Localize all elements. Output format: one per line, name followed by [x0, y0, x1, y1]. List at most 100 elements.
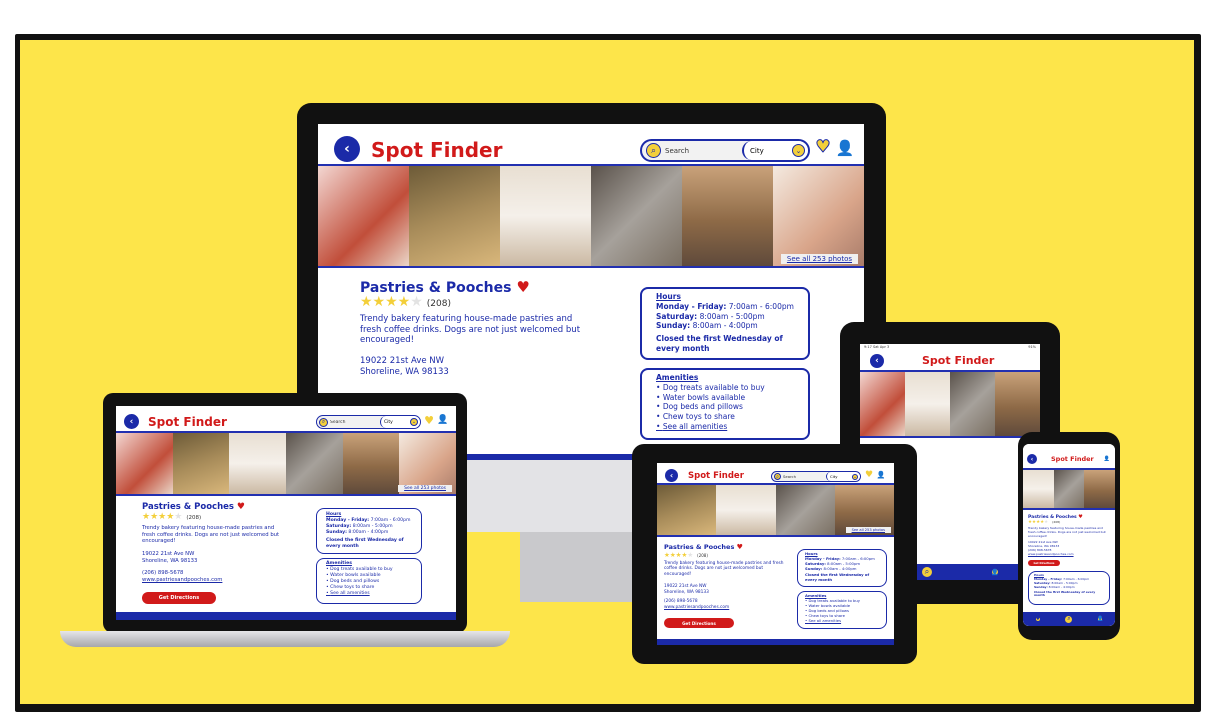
place-description: Trendy bakery featuring house-made pastr… — [142, 525, 280, 545]
photo-gallery[interactable]: See all 253 photos — [318, 166, 864, 268]
amenities-card: Amenities Dog treats available to buy Wa… — [640, 368, 810, 440]
hours-sunday: Sunday: 8:00am - 4:00pm — [656, 321, 794, 331]
hours-saturday-value: 8:00am - 5:00pm — [699, 311, 765, 321]
get-directions-button[interactable]: Get Directions — [1028, 560, 1060, 566]
search-bar[interactable]: ⌕ Search City ⌄ — [316, 415, 421, 429]
place-website-link[interactable]: www.pastriesandpooches.com — [142, 577, 222, 583]
photo-dog[interactable] — [657, 485, 717, 535]
see-all-amenities-link[interactable]: See all amenities — [656, 422, 794, 432]
photo-gallery[interactable] — [860, 372, 1040, 438]
heart-icon[interactable]: ♥ — [737, 543, 743, 551]
photo-treats[interactable] — [682, 166, 773, 266]
hours-sunday: Sunday: 8:00am - 4:00pm — [1034, 585, 1104, 590]
photo-schnauzer[interactable] — [286, 433, 343, 494]
review-count: (208) — [186, 515, 202, 521]
header: ‹ Spot Finder — [860, 350, 1040, 372]
heart-icon[interactable]: ♥ — [864, 470, 874, 480]
see-all-amenities-link[interactable]: See all amenities — [805, 618, 879, 624]
photo-interior[interactable] — [500, 166, 591, 266]
search-input[interactable]: Search — [783, 474, 826, 479]
place-title: Pastries & Pooches ♥ — [142, 502, 245, 512]
user-icon[interactable]: 👤 — [876, 470, 886, 480]
app-logo: Spot Finder — [688, 471, 744, 481]
photo-interior[interactable] — [229, 433, 287, 494]
photo-gallery[interactable]: See all 253 photos — [116, 433, 456, 496]
app-logo: Spot Finder — [922, 354, 995, 367]
photo-interior[interactable] — [716, 485, 776, 535]
see-all-photos-link[interactable]: See all 253 photos — [845, 527, 891, 533]
back-arrow-icon[interactable]: ‹ — [124, 414, 139, 429]
place-address: 19022 21st Ave NW Shoreline, WA 98133 — [1028, 540, 1059, 548]
photo-gallery[interactable]: See all 253 photos — [657, 485, 894, 537]
user-icon[interactable]: 👤 — [836, 139, 855, 157]
search-bar[interactable]: ⌕ Search City ⌄ — [771, 471, 861, 482]
photo-schnauzer[interactable] — [775, 485, 835, 535]
back-arrow-icon[interactable]: ‹ — [1027, 454, 1037, 464]
star-icon: ★ — [410, 294, 423, 310]
user-icon[interactable]: 👤 — [437, 414, 449, 426]
city-select[interactable]: City ⌄ — [742, 141, 808, 160]
photo-treats[interactable] — [1084, 470, 1115, 508]
back-arrow-icon[interactable]: ‹ — [334, 136, 360, 162]
amenity-item: Dog treats available to buy — [656, 383, 794, 393]
search-icon[interactable]: ⌕ — [319, 417, 328, 427]
place-address: 19022 21st Ave NW Shoreline, WA 98133 — [142, 551, 197, 565]
hours-card: Hours Monday - Friday: 7:00am - 6:00pm S… — [640, 287, 810, 360]
tablet-front-app: ‹ Spot Finder ⌕ Search City ⌄ ♥ 👤 See al… — [657, 463, 894, 645]
see-all-amenities-link[interactable]: See all amenities — [326, 591, 412, 597]
search-bar[interactable]: ⌕ Search City ⌄ — [640, 139, 810, 162]
photo-dog[interactable] — [409, 166, 500, 266]
search-icon[interactable]: ⌕ — [920, 565, 934, 579]
heart-icon[interactable]: ♥ — [1078, 514, 1082, 520]
user-icon[interactable]: 👤 — [1103, 455, 1111, 463]
search-icon[interactable]: ⌕ — [1063, 613, 1075, 625]
chevron-down-icon[interactable]: ⌄ — [852, 473, 858, 480]
back-arrow-icon[interactable]: ‹ — [870, 354, 884, 368]
heart-icon[interactable]: ♥ — [516, 278, 529, 296]
heart-icon[interactable]: ♥ — [423, 414, 435, 427]
photo-treats[interactable] — [995, 372, 1040, 436]
photo-gallery[interactable] — [1023, 470, 1115, 510]
photo-schnauzer[interactable] — [591, 166, 682, 266]
photo-pastry[interactable] — [116, 433, 173, 494]
user-icon[interactable]: 👤 — [990, 567, 1000, 577]
footer-bar — [116, 612, 456, 620]
search-icon[interactable]: ⌕ — [774, 473, 781, 480]
city-select[interactable]: City ⌄ — [380, 416, 420, 428]
search-input[interactable]: Search — [330, 420, 380, 425]
chevron-down-icon[interactable]: ⌄ — [410, 418, 418, 426]
photo-interior[interactable] — [1023, 470, 1054, 508]
photo-schnauzer[interactable] — [1053, 470, 1085, 508]
place-website-link[interactable]: www.pastriesandpooches.com — [664, 605, 729, 610]
photo-schnauzer[interactable] — [950, 372, 995, 436]
get-directions-button[interactable]: Get Directions — [142, 592, 216, 604]
city-select[interactable]: City ⌄ — [826, 472, 860, 481]
photo-pastry[interactable] — [860, 372, 905, 436]
get-directions-button[interactable]: Get Directions — [664, 618, 734, 628]
photo-dog[interactable] — [172, 433, 230, 494]
address-line1: 19022 21st Ave NW — [360, 356, 445, 366]
chevron-down-icon[interactable]: ⌄ — [792, 144, 805, 157]
header: ‹ Spot Finder ⌕ Search City ⌄ ♥ 👤 — [657, 463, 894, 485]
photo-pastry[interactable] — [318, 166, 409, 266]
place-website-link[interactable]: www.pastriesandpooches.com — [1028, 552, 1074, 556]
hours-sunday-label: Sunday: — [805, 565, 823, 571]
star-icon: ★ — [174, 512, 183, 522]
user-icon[interactable]: 👤 — [1096, 615, 1105, 623]
heart-icon[interactable]: ♥ — [1033, 615, 1042, 623]
header: ‹ Spot Finder ⌕ Search City ⌄ ♥ 👤 — [318, 124, 864, 166]
heart-icon[interactable]: ♥ — [237, 502, 245, 512]
laptop-screen: ‹ Spot Finder ⌕ Search City ⌄ ♥ 👤 See al… — [116, 406, 456, 620]
amenity-item: Chew toys to share — [656, 412, 794, 422]
photo-interior[interactable] — [905, 372, 950, 436]
see-all-photos-link[interactable]: See all 253 photos — [398, 485, 452, 492]
photo-cafe[interactable] — [773, 166, 864, 266]
search-icon[interactable]: ⌕ — [646, 143, 661, 158]
photo-treats[interactable] — [342, 433, 400, 494]
back-arrow-icon[interactable]: ‹ — [665, 469, 678, 482]
heart-icon[interactable]: ♥ — [814, 137, 832, 158]
hours-note: Closed the first Wednesday of every mont… — [805, 571, 870, 582]
see-all-photos-link[interactable]: See all 253 photos — [780, 254, 858, 264]
search-input[interactable]: Search — [665, 147, 742, 155]
hours-sunday-value: 8:00am - 4:00pm — [692, 321, 758, 331]
